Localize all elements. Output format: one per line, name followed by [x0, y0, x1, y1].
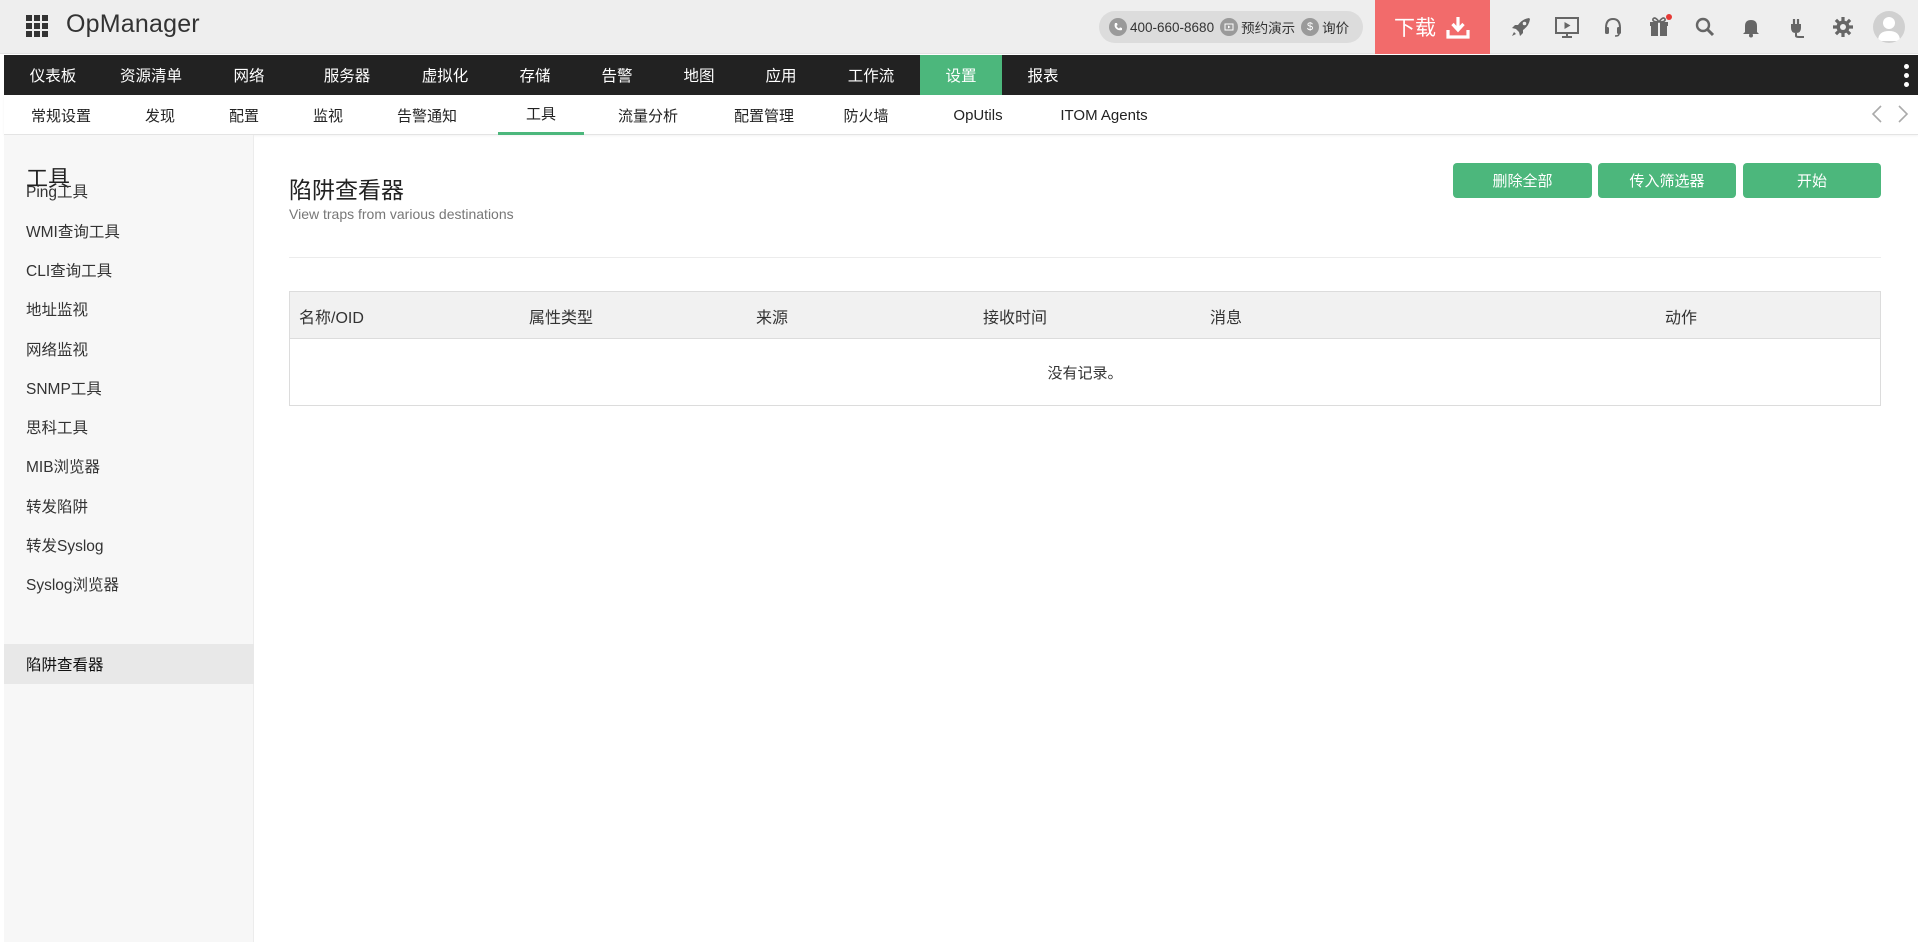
main-navigation: 仪表板 资源清单 网络 服务器 虚拟化 存储 告警 地图 应用 工作流 设置 报… [4, 55, 1918, 95]
phone-icon [1109, 18, 1127, 36]
subnav-scroll-arrows [1870, 103, 1910, 125]
subtab-discovery[interactable]: 发现 [118, 95, 202, 135]
nav-maps[interactable]: 地图 [658, 55, 740, 95]
gift-notification-dot [1666, 14, 1672, 20]
sidebar-item-cisco-tool[interactable]: 思科工具 [4, 407, 254, 447]
nav-workflow[interactable]: 工作流 [822, 55, 920, 95]
brand-logo-text[interactable]: OpManager [66, 10, 200, 39]
page-title: 陷阱查看器 [289, 177, 404, 203]
gear-icon[interactable] [1820, 0, 1866, 54]
nav-network[interactable]: 网络 [200, 55, 298, 95]
video-demo-icon[interactable] [1544, 0, 1590, 54]
subtab-configuration[interactable]: 配置 [202, 95, 286, 135]
subtab-general-settings[interactable]: 常规设置 [4, 95, 118, 135]
search-icon[interactable] [1682, 0, 1728, 54]
user-avatar[interactable] [1866, 0, 1912, 54]
subtab-tools[interactable]: 工具 [498, 95, 584, 135]
nav-servers[interactable]: 服务器 [298, 55, 396, 95]
phone-contact[interactable]: 400-660-8680 [1109, 18, 1214, 36]
nav-alarms[interactable]: 告警 [576, 55, 658, 95]
app-grid-icon[interactable] [26, 15, 48, 37]
nav-virtualization[interactable]: 虚拟化 [396, 55, 494, 95]
header-icon-bar [1498, 0, 1912, 54]
sidebar-item-syslog-browser[interactable]: Syslog浏览器 [4, 564, 254, 604]
column-header-name-oid[interactable]: 名称/OID [299, 292, 364, 339]
incoming-filter-button[interactable]: 传入筛选器 [1598, 163, 1736, 198]
tools-sidebar: 工具 Ping工具 WMI查询工具 CLI查询工具 地址监视 网络监视 SNMP… [4, 135, 254, 942]
nav-inventory[interactable]: 资源清单 [102, 55, 200, 95]
rocket-icon[interactable] [1498, 0, 1544, 54]
avatar-icon [1873, 11, 1905, 43]
sidebar-item-forward-traps[interactable]: 转发陷阱 [4, 486, 254, 526]
download-label: 下载 [1394, 17, 1436, 40]
subtab-flow-analysis[interactable]: 流量分析 [594, 95, 702, 135]
plug-icon[interactable] [1774, 0, 1820, 54]
sub-navigation: 常规设置 发现 配置 监视 告警通知 工具 流量分析 配置管理 防火墙 OpUt… [4, 95, 1918, 135]
download-button[interactable]: 下载 [1375, 0, 1490, 54]
gift-icon[interactable] [1636, 0, 1682, 54]
demo-link[interactable]: 预约演示 [1220, 17, 1295, 37]
demo-video-icon [1220, 18, 1239, 36]
start-button[interactable]: 开始 [1743, 163, 1881, 198]
subtab-firewall[interactable]: 防火墙 [822, 95, 910, 135]
download-icon [1446, 17, 1470, 39]
subtab-alarm-notification[interactable]: 告警通知 [370, 95, 484, 135]
content-divider [289, 257, 1881, 258]
nav-storage[interactable]: 存储 [494, 55, 576, 95]
page-subtitle: View traps from various destinations [289, 206, 514, 222]
support-headset-icon[interactable] [1590, 0, 1636, 54]
sidebar-item-ping-tool[interactable]: Ping工具 [4, 171, 254, 211]
trap-table: 名称/OID 属性类型 来源 接收时间 消息 动作 没有记录。 [289, 291, 1881, 406]
sidebar-item-trap-viewer[interactable]: 陷阱查看器 [4, 644, 254, 684]
price-label: 询价 [1322, 21, 1350, 36]
column-header-attribute-type[interactable]: 属性类型 [529, 292, 593, 339]
nav-dashboard[interactable]: 仪表板 [4, 55, 102, 95]
sidebar-item-cli-query-tool[interactable]: CLI查询工具 [4, 250, 254, 290]
more-vertical-icon[interactable] [1904, 64, 1910, 87]
subtab-itom-agents[interactable]: ITOM Agents [1042, 95, 1166, 135]
sidebar-item-forward-syslog[interactable]: 转发Syslog [4, 525, 254, 565]
dollar-icon: $ [1301, 18, 1320, 36]
price-link[interactable]: $ 询价 [1301, 17, 1349, 37]
table-header: 名称/OID 属性类型 来源 接收时间 消息 动作 [290, 292, 1880, 339]
sidebar-item-network-monitor[interactable]: 网络监视 [4, 329, 254, 369]
top-header: OpManager 400-660-8680 预约演示 $ 询价 下载 [0, 0, 1918, 54]
chevron-left-icon[interactable] [1870, 103, 1884, 125]
chevron-right-icon[interactable] [1896, 103, 1910, 125]
subtab-oputils[interactable]: OpUtils [928, 95, 1028, 135]
contact-pill: 400-660-8680 预约演示 $ 询价 [1099, 11, 1363, 43]
sidebar-item-snmp-tool[interactable]: SNMP工具 [4, 368, 254, 408]
column-header-action: 动作 [1665, 309, 1698, 327]
delete-all-button[interactable]: 删除全部 [1453, 163, 1592, 198]
subtab-monitoring[interactable]: 监视 [286, 95, 370, 135]
nav-reports[interactable]: 报表 [1002, 55, 1084, 95]
nav-settings[interactable]: 设置 [920, 55, 1002, 95]
bell-icon[interactable] [1728, 0, 1774, 54]
sidebar-item-wmi-query-tool[interactable]: WMI查询工具 [4, 211, 254, 251]
demo-label: 预约演示 [1241, 21, 1296, 36]
sidebar-item-address-monitor[interactable]: 地址监视 [4, 289, 254, 329]
column-header-message[interactable]: 消息 [1210, 292, 1242, 339]
empty-state-text: 没有记录。 [1047, 364, 1123, 382]
sidebar-item-mib-browser[interactable]: MIB浏览器 [4, 446, 254, 486]
subtab-config-management[interactable]: 配置管理 [710, 95, 818, 135]
nav-apps[interactable]: 应用 [740, 55, 822, 95]
phone-number: 400-660-8680 [1130, 19, 1215, 35]
column-header-received-time[interactable]: 接收时间 [983, 292, 1047, 339]
column-header-source[interactable]: 来源 [756, 292, 788, 339]
